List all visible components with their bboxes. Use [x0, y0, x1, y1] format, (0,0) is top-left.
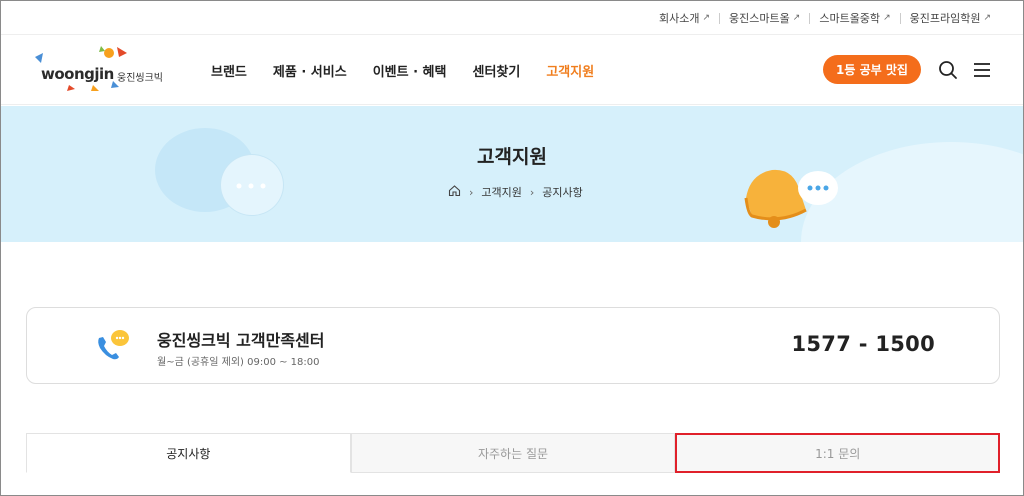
tab-inquiry[interactable]: 1:1 문의 [675, 433, 1001, 473]
center-title: 웅진씽크빅 고객만족센터 [157, 331, 325, 350]
external-link-icon: ↗ [983, 13, 991, 23]
nav-item-products[interactable]: 제품 · 서비스 [273, 61, 347, 80]
divider [809, 12, 811, 24]
nav-item-support[interactable]: 고객지원 [546, 61, 594, 80]
bell-icon [744, 169, 838, 228]
external-link-icon: ↗ [792, 13, 801, 23]
external-link-icon: ↗ [883, 13, 891, 23]
cta-button[interactable]: 1등 공부 맛집 [823, 55, 921, 84]
center-phone[interactable]: 1577 - 1500 [791, 332, 935, 356]
nav-item-centers[interactable]: 센터찾기 [472, 61, 520, 80]
nav-item-brand[interactable]: 브랜드 [211, 61, 247, 80]
page-title: 고객지원 [477, 146, 547, 168]
center-hours: 월~금 (공휴일 제외) 09:00 ~ 18:00 [157, 357, 320, 368]
util-link-company[interactable]: 회사소개 ↗ [659, 10, 710, 26]
utility-bar: 회사소개 ↗ 웅진스마트올 ↗ 스마트올중학 ↗ 웅진프라임학원 ↗ [1, 1, 1023, 35]
logo[interactable]: woongjin 웅진씽크빅 [29, 43, 179, 93]
breadcrumb-item[interactable]: 고객지원 [481, 184, 521, 200]
breadcrumb-item[interactable]: 공지사항 [542, 184, 582, 200]
tab-faq[interactable]: 자주하는 질문 [350, 433, 676, 473]
chevron-right-icon: › [529, 185, 535, 199]
page: 회사소개 ↗ 웅진스마트올 ↗ 스마트올중학 ↗ 웅진프라임학원 ↗ woongjin … [0, 0, 1024, 496]
ellipsis-dots [236, 183, 266, 189]
utility-links: 회사소개 ↗ 웅진스마트올 ↗ 스마트올중학 ↗ 웅진프라임학원 ↗ [659, 10, 991, 26]
util-link-smartall[interactable]: 웅진스마트올 ↗ [729, 10, 800, 26]
tab-notices[interactable]: 공지사항 [26, 433, 351, 473]
divider [899, 12, 901, 24]
main-nav: 브랜드 제품 · 서비스 이벤트 · 혜택 센터찾기 고객지원 [211, 61, 620, 80]
customer-center-card: 웅진씽크빅 고객만족센터 월~금 (공휴일 제외) 09:00 ~ 18:00 … [26, 307, 1000, 384]
divider [719, 12, 721, 24]
chevron-right-icon: › [469, 185, 474, 199]
menu-icon[interactable] [971, 59, 993, 81]
util-link-prime[interactable]: 웅진프라임학원 ↗ [910, 10, 991, 26]
external-link-icon: ↗ [702, 13, 711, 23]
support-tabs: 공지사항 자주하는 질문 1:1 문의 [26, 433, 1001, 473]
phone-chat-icon [98, 330, 129, 360]
header: woongjin 웅진씽크빅 브랜드 제품 · 서비스 이벤트 · 혜택 센터찾… [1, 35, 1023, 105]
breadcrumb: › 고객지원 › 공지사항 [448, 184, 583, 200]
search-icon[interactable] [937, 59, 959, 81]
nav-item-events[interactable]: 이벤트 · 혜택 [373, 61, 447, 80]
util-link-smartall-middle[interactable]: 스마트올중학 ↗ [819, 10, 890, 26]
home-icon[interactable] [448, 184, 461, 200]
hero-banner: 고객지원 › 고객지원 › 공지사항 [1, 106, 1023, 242]
